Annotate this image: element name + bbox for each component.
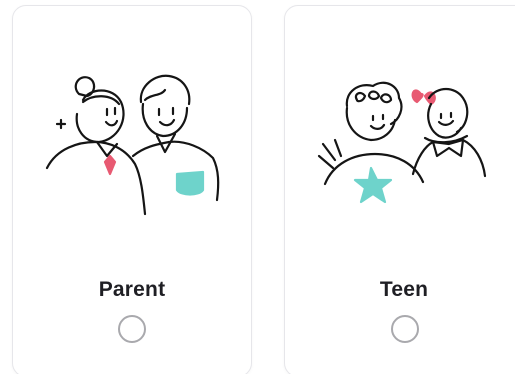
parent-illustration-icon bbox=[13, 64, 253, 224]
teen-radio-button[interactable] bbox=[391, 315, 419, 343]
teen-option-card[interactable]: Teen bbox=[284, 5, 515, 374]
teen-label: Teen bbox=[379, 278, 429, 301]
role-selection: Parent Teen bbox=[0, 0, 515, 374]
parent-radio-button[interactable] bbox=[118, 315, 146, 343]
parent-option-card[interactable]: Parent bbox=[12, 5, 252, 374]
parent-label: Parent bbox=[98, 278, 166, 301]
teen-illustration-icon bbox=[285, 64, 515, 224]
